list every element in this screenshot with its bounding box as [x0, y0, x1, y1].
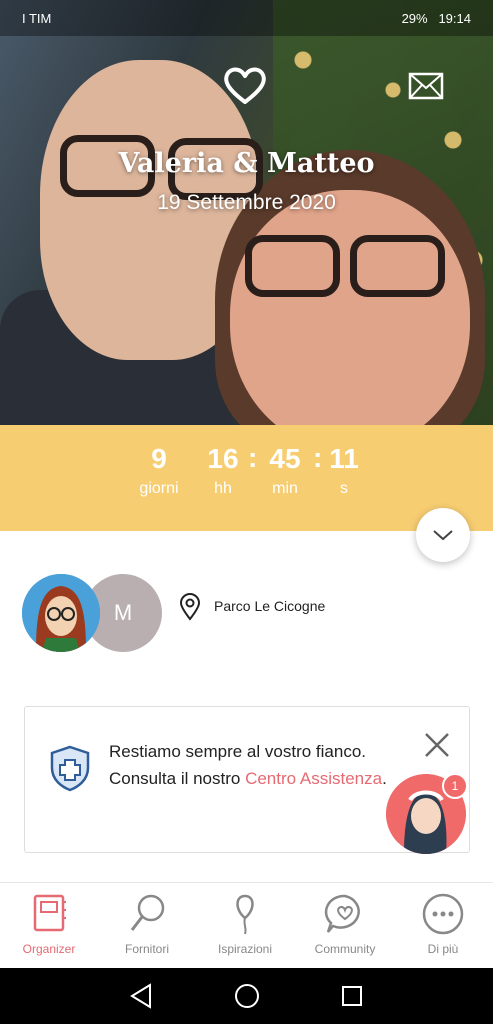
close-icon[interactable]: [424, 732, 450, 758]
countdown-seconds: 11 s: [309, 442, 379, 498]
recents-icon[interactable]: [340, 982, 364, 1010]
tab-organizer-label: Organizer: [22, 942, 76, 956]
balloon-icon: [236, 894, 254, 935]
tab-community[interactable]: Community: [296, 892, 394, 956]
chat-heart-icon: [324, 894, 360, 933]
location-pin-icon: [179, 593, 201, 621]
search-icon: [130, 894, 165, 931]
glasses-2-right: [350, 235, 445, 297]
battery-level: 29%: [401, 10, 428, 26]
notification-badge: 1: [442, 773, 468, 799]
more-icon: [422, 893, 464, 935]
partner-initial: M: [113, 600, 133, 625]
shield-icon: [50, 745, 90, 792]
back-icon[interactable]: [128, 982, 154, 1010]
tab-fornitori[interactable]: Fornitori: [98, 892, 196, 956]
assistance-period: .: [382, 769, 387, 788]
status-right: 29% 19:14: [402, 11, 471, 26]
home-icon[interactable]: [233, 982, 261, 1010]
countdown-days-value: 9: [151, 443, 167, 474]
tab-organizer[interactable]: Organizer: [0, 892, 98, 956]
countdown-days-label: giorni: [139, 480, 179, 497]
tab-more[interactable]: Di più: [394, 892, 492, 956]
cartoon-avatar-icon: [22, 574, 100, 652]
tab-fornitori-label: Fornitori: [124, 942, 169, 956]
assistance-text: Restiamo sempre al vostro fianco. Consul…: [109, 738, 409, 792]
countdown-wave: [0, 427, 493, 442]
countdown-hours-label: hh: [214, 480, 232, 497]
couple-names: Valeria & Matteo: [118, 148, 375, 179]
user-avatar[interactable]: [22, 574, 100, 652]
tab-more-label: Di più: [427, 942, 459, 956]
chevron-down-icon: [433, 530, 453, 541]
countdown-seconds-value: 11: [329, 443, 359, 474]
status-bar: I TIM 29% 19:14: [0, 0, 493, 36]
assistance-line1: Restiamo sempre al vostro fianco.: [109, 742, 366, 761]
clock: 19:14: [438, 10, 471, 26]
mail-icon[interactable]: [408, 72, 444, 100]
tab-ispirazioni[interactable]: Ispirazioni: [196, 892, 294, 956]
expand-button[interactable]: [416, 508, 470, 562]
notebook-icon: [33, 894, 66, 932]
heart-icon[interactable]: [221, 64, 269, 106]
tab-community-label: Community: [314, 942, 376, 956]
tab-ispirazioni-label: Ispirazioni: [217, 942, 273, 956]
venue-name[interactable]: Parco Le Cicogne: [214, 598, 325, 614]
photo-person-2: [230, 190, 470, 440]
help-center-link[interactable]: Centro Assistenza: [245, 769, 382, 788]
assistance-line2: Consulta il nostro: [109, 769, 246, 788]
glasses-2-left: [245, 235, 340, 297]
carrier-label: I TIM: [22, 10, 52, 26]
countdown-seconds-label: s: [340, 480, 348, 497]
wedding-date: 19 Settembre 2020: [157, 191, 336, 214]
countdown-days: 9 giorni: [124, 442, 194, 498]
